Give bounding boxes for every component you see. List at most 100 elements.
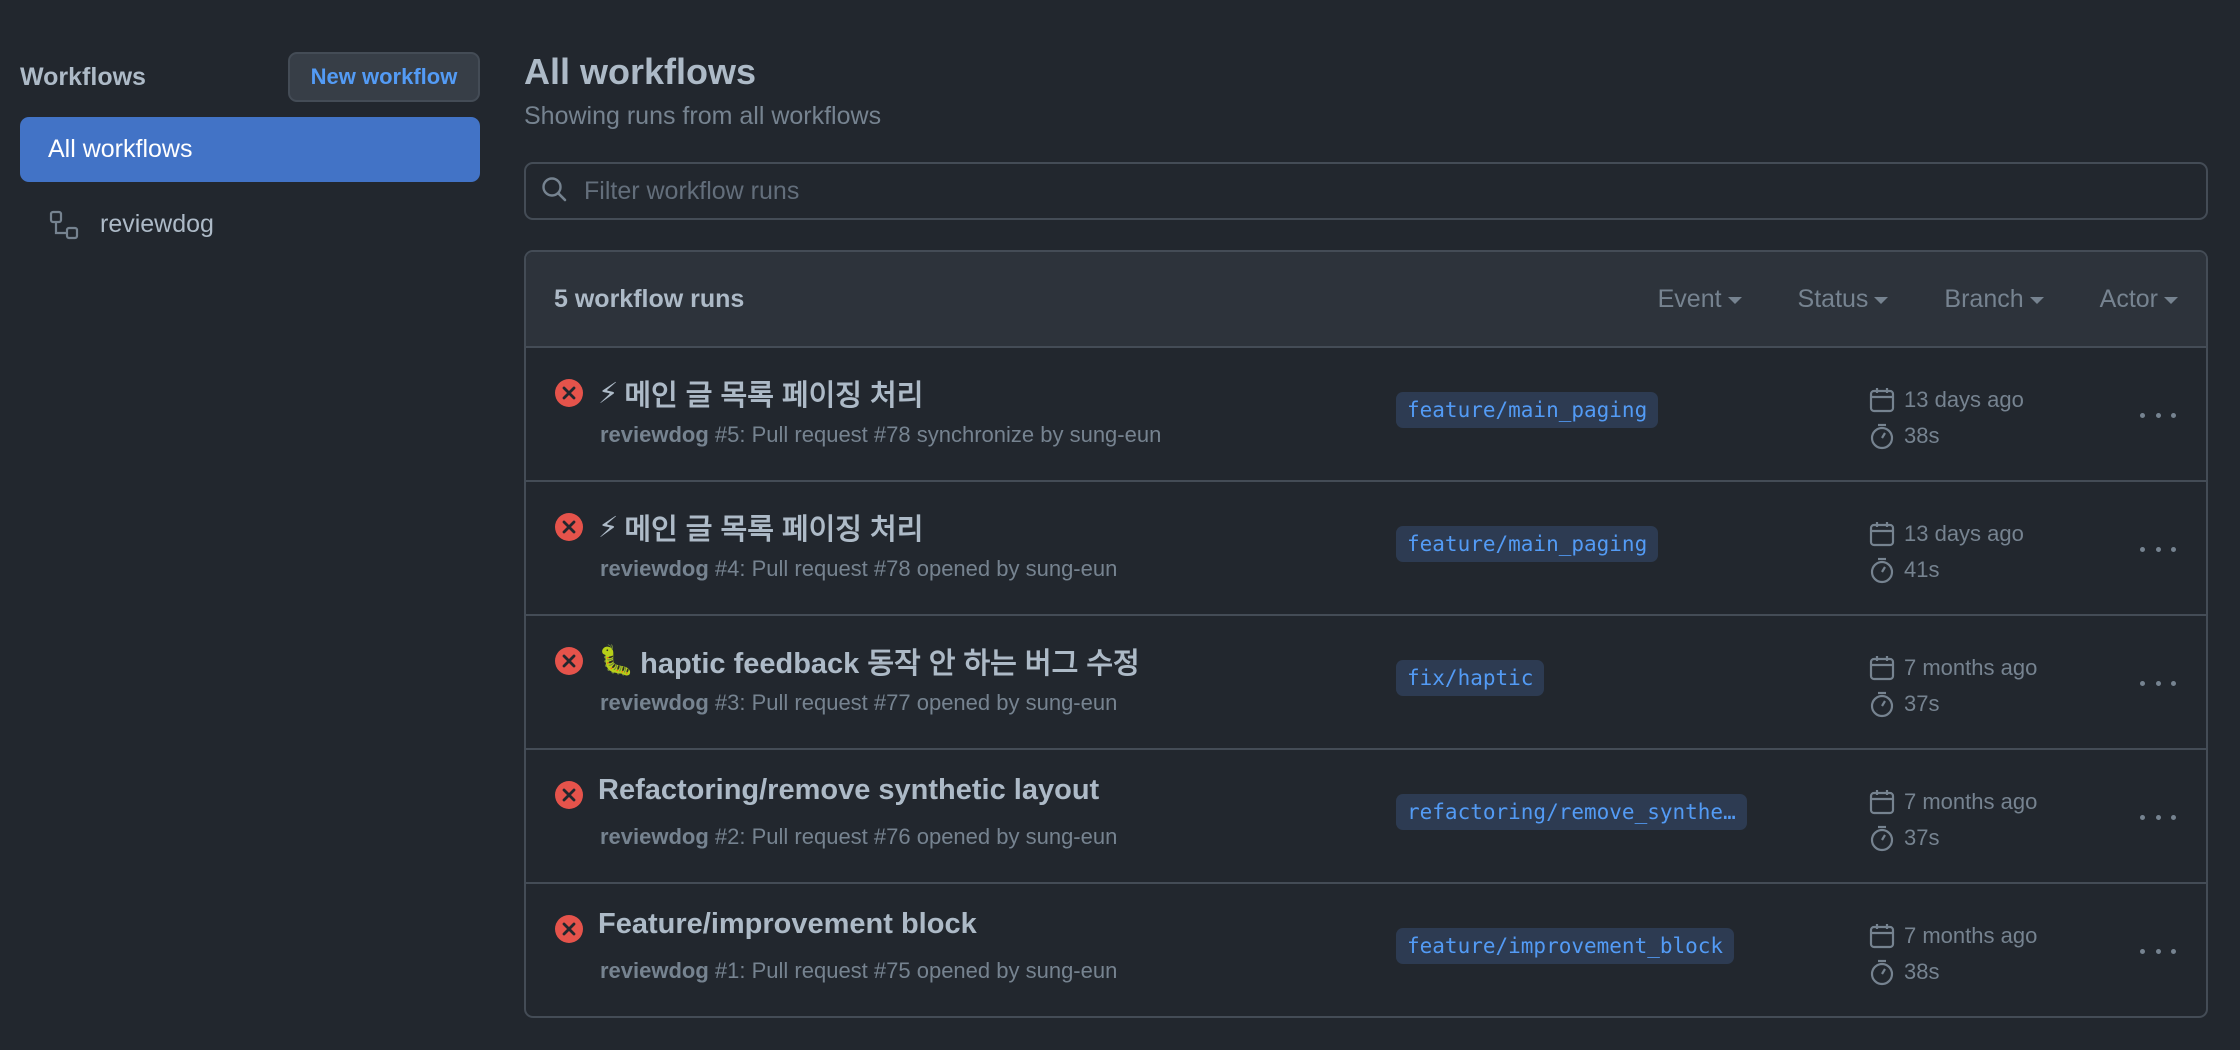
run-meta: reviewdog #1: Pull request #75 opened by… (600, 958, 1117, 984)
branch-filter-label: Branch (1944, 284, 2024, 313)
calendar-icon (1869, 388, 1895, 413)
run-duration: 38s (1904, 423, 1940, 448)
actor-filter-label: Actor (2099, 284, 2158, 313)
run-meta: reviewdog #4: Pull request #78 opened by… (600, 556, 1117, 582)
run-duration: 41s (1904, 557, 1940, 582)
page-title: All workflows (524, 51, 757, 92)
sidebar-item-all-workflows[interactable]: All workflows (20, 117, 480, 182)
run-title: Feature/improvement block (598, 908, 977, 940)
more-options-icon[interactable] (2140, 936, 2176, 966)
branch-label[interactable]: refactoring/remove_synthe… (1396, 794, 1747, 830)
run-workflow-name: reviewdog (600, 690, 709, 715)
run-emoji: ⚡ (598, 377, 619, 410)
run-title: Refactoring/remove synthetic layout (598, 774, 1100, 806)
run-timing: 13 days ago 41s (1868, 516, 2024, 588)
filter-dropdowns: Event Status Branch Actor (1658, 285, 2178, 314)
failure-status-icon (554, 780, 584, 810)
status-filter-dropdown[interactable]: Status (1798, 285, 1889, 314)
workflow-run-row[interactable]: 🐛 haptic feedback 동작 안 하는 버그 수정 reviewdo… (526, 616, 2206, 750)
more-options-icon[interactable] (2140, 802, 2176, 832)
workflow-run-row[interactable]: ⚡ 메인 글 목록 페이징 처리 reviewdog #4: Pull requ… (526, 482, 2206, 616)
page-subtitle: Showing runs from all workflows (524, 102, 882, 130)
more-options-icon[interactable] (2140, 668, 2176, 698)
workflow-run-row[interactable]: ⚡ 메인 글 목록 페이징 처리 reviewdog #5: Pull requ… (526, 348, 2206, 482)
run-description: #3: Pull request #77 opened by sung-eun (708, 690, 1118, 715)
main-content: All workflows Showing runs from all work… (524, 50, 2208, 1018)
filter-runs-input[interactable] (582, 175, 2206, 207)
chevron-down-icon (2164, 297, 2178, 304)
run-description: #4: Pull request #78 opened by sung-eun (708, 556, 1118, 581)
workflow-run-row[interactable]: Feature/improvement block reviewdog #1: … (526, 884, 2206, 1016)
run-duration: 37s (1904, 691, 1940, 716)
branch-label[interactable]: fix/haptic (1396, 660, 1545, 696)
chevron-down-icon (1727, 297, 1742, 304)
run-meta: reviewdog #2: Pull request #76 opened by… (600, 824, 1117, 850)
failure-status-icon (554, 914, 584, 944)
sidebar-item-label: All workflows (48, 135, 193, 163)
sidebar-header: Workflows New workflow (20, 52, 480, 102)
run-date: 7 months ago (1904, 923, 2038, 948)
branch-label[interactable]: feature/main_paging (1396, 392, 1659, 428)
chevron-down-icon (1874, 297, 1889, 304)
sidebar-title: Workflows (20, 62, 146, 91)
new-workflow-button[interactable]: New workflow (288, 52, 480, 102)
workflow-runs-list: 5 workflow runs Event Status Branch Acto… (524, 250, 2208, 1018)
calendar-icon (1869, 790, 1895, 815)
run-timing: 7 months ago 38s (1868, 918, 2037, 990)
run-meta: reviewdog #3: Pull request #77 opened by… (600, 690, 1117, 716)
run-workflow-name: reviewdog (600, 824, 709, 849)
run-workflow-name: reviewdog (600, 556, 709, 581)
run-date: 13 days ago (1904, 387, 2024, 412)
run-title: 메인 글 목록 페이징 처리 (624, 380, 924, 412)
branch-filter-dropdown[interactable]: Branch (1944, 284, 2044, 314)
run-emoji: 🐛 (598, 645, 635, 677)
run-title-link[interactable]: ⚡ 메인 글 목록 페이징 처리 (598, 506, 923, 548)
run-title-link[interactable]: ⚡ 메인 글 목록 페이징 처리 (598, 372, 923, 414)
calendar-icon (1869, 656, 1895, 681)
run-timing: 7 months ago 37s (1868, 784, 2037, 856)
runs-count: 5 workflow runs (554, 284, 745, 313)
run-title: haptic feedback 동작 안 하는 버그 수정 (640, 648, 1140, 680)
failure-status-icon (554, 512, 584, 542)
run-title-link[interactable]: Refactoring/remove synthetic layout (598, 774, 1099, 807)
stopwatch-icon (1870, 959, 1894, 986)
run-description: #5: Pull request #78 synchronize by sung… (708, 422, 1162, 447)
run-timing: 13 days ago 38s (1868, 382, 2024, 454)
calendar-icon (1869, 522, 1895, 547)
calendar-icon (1869, 924, 1895, 949)
sidebar-item-reviewdog[interactable]: reviewdog (20, 192, 480, 257)
filter-runs-field[interactable] (524, 162, 2208, 220)
branch-label[interactable]: feature/improvement_block (1396, 928, 1735, 964)
run-duration: 38s (1904, 959, 1940, 984)
run-meta: reviewdog #5: Pull request #78 synchroni… (600, 422, 1161, 448)
failure-status-icon (554, 646, 584, 676)
run-workflow-name: reviewdog (600, 422, 709, 447)
stopwatch-icon (1870, 423, 1894, 450)
run-title: 메인 글 목록 페이징 처리 (624, 514, 924, 546)
runs-header: 5 workflow runs Event Status Branch Acto… (526, 252, 2206, 348)
actor-filter-dropdown[interactable]: Actor (2100, 285, 2178, 314)
more-options-icon[interactable] (2140, 534, 2176, 564)
sidebar-item-label: reviewdog (100, 210, 214, 238)
search-icon (540, 175, 568, 208)
stopwatch-icon (1870, 557, 1894, 584)
run-duration: 37s (1904, 825, 1940, 850)
stopwatch-icon (1870, 825, 1894, 852)
run-date: 13 days ago (1904, 521, 2024, 546)
stopwatch-icon (1870, 691, 1894, 718)
run-title-link[interactable]: 🐛 haptic feedback 동작 안 하는 버그 수정 (598, 640, 1140, 682)
run-emoji: ⚡ (598, 511, 619, 544)
workflow-run-row[interactable]: Refactoring/remove synthetic layout revi… (526, 750, 2206, 884)
run-description: #1: Pull request #75 opened by sung-eun (708, 958, 1118, 983)
event-filter-label: Event (1657, 284, 1722, 313)
sidebar: Workflows New workflow All workflows rev… (20, 52, 480, 267)
branch-label[interactable]: feature/main_paging (1396, 526, 1659, 562)
run-date: 7 months ago (1904, 789, 2038, 814)
workflow-icon (48, 209, 80, 241)
event-filter-dropdown[interactable]: Event (1658, 285, 1742, 314)
run-date: 7 months ago (1904, 655, 2038, 680)
more-options-icon[interactable] (2140, 400, 2176, 430)
run-title-link[interactable]: Feature/improvement block (598, 908, 977, 941)
run-workflow-name: reviewdog (600, 958, 709, 983)
run-description: #2: Pull request #76 opened by sung-eun (708, 824, 1118, 849)
